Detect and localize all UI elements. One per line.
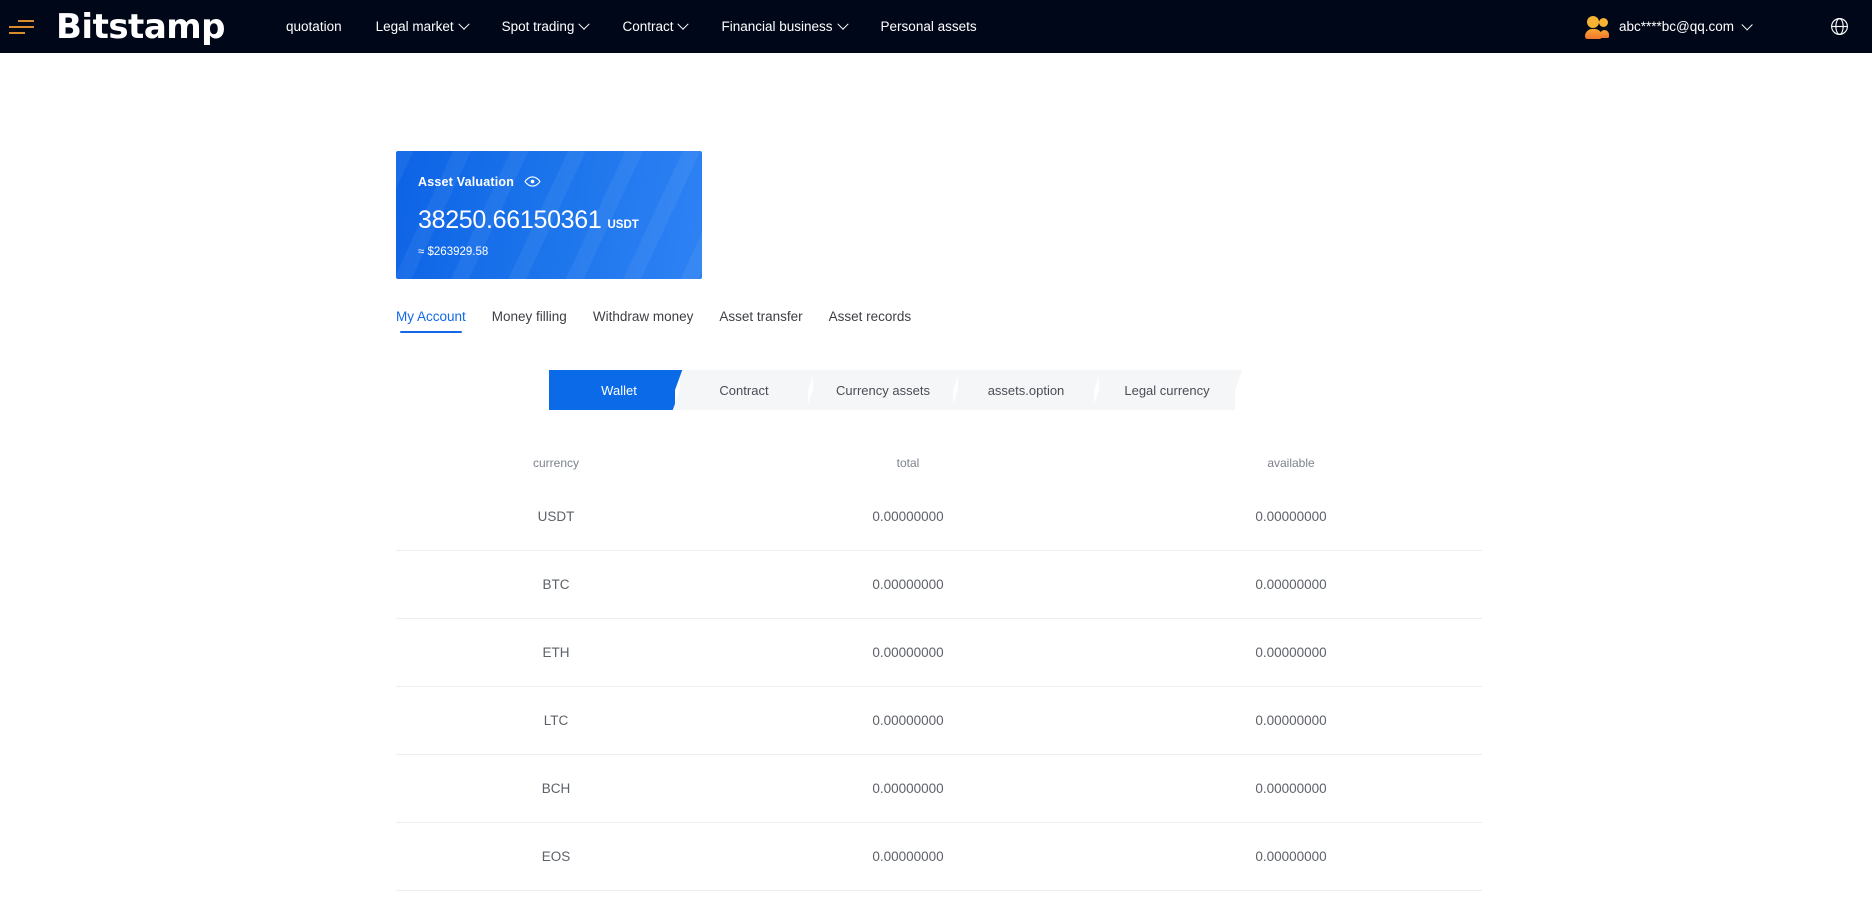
main-nav: quotation Legal market Spot trading Cont…	[269, 19, 994, 34]
cell-currency: EOS	[396, 849, 716, 864]
subtab-assets-option[interactable]: assets.option	[958, 370, 1094, 410]
cell-total: 0.00000000	[716, 509, 1100, 524]
tab-asset-transfer[interactable]: Asset transfer	[719, 309, 802, 333]
assets-table: currency total available USDT 0.00000000…	[396, 443, 1482, 907]
subtab-label: assets.option	[988, 383, 1065, 398]
nav-item-spot-trading[interactable]: Spot trading	[485, 19, 606, 34]
table-row[interactable]: ETH 0.00000000 0.00000000	[396, 619, 1482, 687]
cell-currency: BTC	[396, 577, 716, 592]
globe-icon[interactable]	[1829, 16, 1850, 37]
user-email[interactable]: abc****bc@qq.com	[1619, 19, 1734, 34]
cell-currency: USDT	[396, 509, 716, 524]
subtab-label: Currency assets	[836, 383, 930, 398]
cell-total: 0.00000000	[716, 713, 1100, 728]
nav-label: Financial business	[721, 19, 832, 34]
cell-currency: BCH	[396, 781, 716, 796]
nav-label: Legal market	[376, 19, 454, 34]
subtab-wallet[interactable]: Wallet	[563, 370, 675, 410]
tab-my-account[interactable]: My Account	[396, 309, 466, 333]
asset-value: 38250.66150361	[418, 206, 602, 235]
tab-label: Withdraw money	[593, 309, 694, 324]
cell-total: 0.00000000	[716, 645, 1100, 660]
subtab-legal-currency[interactable]: Legal currency	[1099, 370, 1235, 410]
nav-item-contract[interactable]: Contract	[605, 19, 704, 34]
chevron-down-icon	[579, 18, 590, 29]
column-header-currency: currency	[396, 456, 716, 470]
subtab-label: Wallet	[601, 383, 637, 398]
nav-label: quotation	[286, 19, 342, 34]
chevron-down-icon	[678, 18, 689, 29]
subtab-label: Legal currency	[1124, 383, 1209, 398]
nav-item-personal-assets[interactable]: Personal assets	[864, 19, 994, 34]
users-avatar-icon[interactable]	[1584, 13, 1611, 40]
asset-value-row: 38250.66150361 USDT	[418, 206, 680, 235]
wallet-subtabs: Wallet Contract Currency assets assets.o…	[563, 370, 1240, 410]
nav-item-quotation[interactable]: quotation	[269, 19, 359, 34]
hamburger-icon[interactable]	[0, 0, 46, 53]
tab-label: My Account	[396, 309, 466, 324]
cell-currency: ETH	[396, 645, 716, 660]
column-header-available: available	[1100, 456, 1482, 470]
nav-label: Spot trading	[502, 19, 575, 34]
nav-item-financial-business[interactable]: Financial business	[704, 19, 863, 34]
header-right-cluster: abc****bc@qq.com	[1584, 0, 1872, 53]
cell-total: 0.00000000	[716, 577, 1100, 592]
asset-unit: USDT	[608, 219, 639, 231]
site-logo[interactable]: Bitstamp	[56, 10, 225, 44]
eye-icon[interactable]	[524, 173, 541, 190]
account-tabs: My Account Money filling Withdraw money …	[396, 309, 937, 333]
cell-total: 0.00000000	[716, 849, 1100, 864]
nav-label: Personal assets	[881, 19, 977, 34]
subtab-contract[interactable]: Contract	[680, 370, 808, 410]
asset-card-header: Asset Valuation	[418, 173, 680, 190]
cell-currency: LTC	[396, 713, 716, 728]
subtab-currency-assets[interactable]: Currency assets	[813, 370, 953, 410]
cell-available: 0.00000000	[1100, 781, 1482, 796]
table-row[interactable]: BCH 0.00000000 0.00000000	[396, 755, 1482, 823]
cell-available: 0.00000000	[1100, 509, 1482, 524]
tab-money-filling[interactable]: Money filling	[492, 309, 567, 333]
nav-item-legal-market[interactable]: Legal market	[359, 19, 485, 34]
table-row[interactable]: LTC 0.00000000 0.00000000	[396, 687, 1482, 755]
table-row[interactable]: USDT 0.00000000 0.00000000	[396, 483, 1482, 551]
top-header: Bitstamp quotation Legal market Spot tra…	[0, 0, 1872, 53]
nav-label: Contract	[622, 19, 673, 34]
cell-total: 0.00000000	[716, 781, 1100, 796]
asset-valuation-card: Asset Valuation 38250.66150361 USDT ≈ $2…	[396, 151, 702, 279]
tab-label: Asset records	[829, 309, 912, 324]
cell-available: 0.00000000	[1100, 849, 1482, 864]
chevron-down-icon	[458, 18, 469, 29]
chevron-down-icon	[837, 18, 848, 29]
asset-valuation-label: Asset Valuation	[418, 175, 514, 189]
tab-label: Money filling	[492, 309, 567, 324]
table-row[interactable]: ETC 0.00000000 0.00000000	[396, 891, 1482, 907]
tab-label: Asset transfer	[719, 309, 802, 324]
table-header-row: currency total available	[396, 443, 1482, 483]
chevron-down-icon[interactable]	[1741, 19, 1752, 30]
cell-available: 0.00000000	[1100, 645, 1482, 660]
subtab-label: Contract	[719, 383, 768, 398]
table-row[interactable]: EOS 0.00000000 0.00000000	[396, 823, 1482, 891]
cell-available: 0.00000000	[1100, 713, 1482, 728]
asset-fiat-approx: ≈ $263929.58	[418, 246, 680, 258]
column-header-total: total	[716, 456, 1100, 470]
table-row[interactable]: BTC 0.00000000 0.00000000	[396, 551, 1482, 619]
tab-asset-records[interactable]: Asset records	[829, 309, 912, 333]
cell-available: 0.00000000	[1100, 577, 1482, 592]
tab-withdraw-money[interactable]: Withdraw money	[593, 309, 694, 333]
